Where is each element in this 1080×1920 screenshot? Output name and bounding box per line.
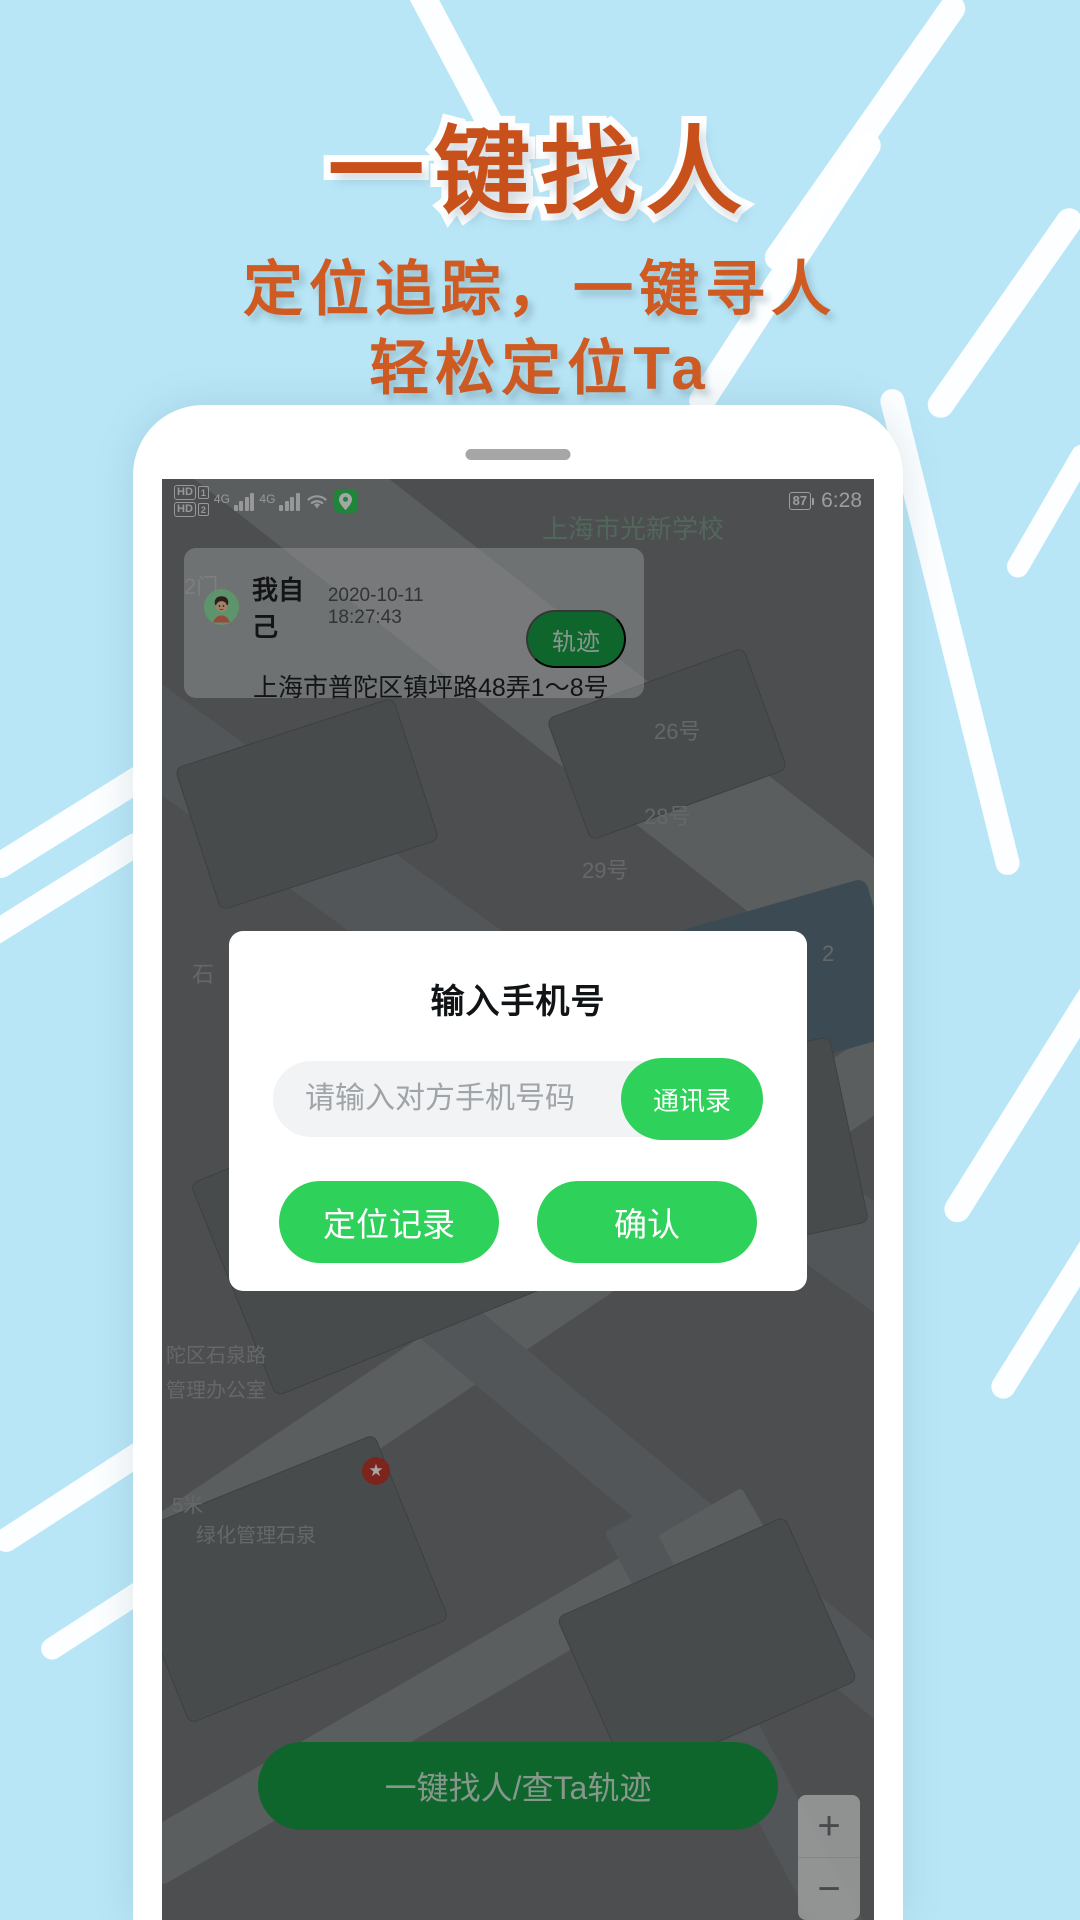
stripe [0, 828, 152, 956]
stripe [939, 958, 1080, 1228]
stripe [1002, 440, 1080, 582]
hero-subtitle-line-2: 轻松定位Ta [369, 334, 711, 402]
contacts-button[interactable]: 通讯录 [621, 1058, 763, 1140]
page-title: 一键找人 [321, 113, 752, 232]
phone-mockup: 上海市光新学校 2门 26号 28号 29号 石 2 陀区石泉路 管理办公室 5… [133, 405, 903, 1920]
dialog-actions: 定位记录 确认 [279, 1181, 757, 1263]
phone-speaker [465, 449, 571, 460]
confirm-button[interactable]: 确认 [537, 1181, 757, 1263]
dialog-title: 输入手机号 [430, 983, 606, 1021]
phone-number-dialog: 输入手机号 通讯录 定位记录 确认 [229, 931, 807, 1291]
stripe [986, 1220, 1080, 1404]
hero-subtitle: 定位追踪，一键寻人 轻松定位Ta [0, 250, 1080, 408]
phone-screen: 上海市光新学校 2门 26号 28号 29号 石 2 陀区石泉路 管理办公室 5… [162, 479, 874, 1920]
phone-input-group: 通讯录 [273, 1058, 763, 1140]
hero-subtitle-line-1: 定位追踪，一键寻人 [243, 255, 837, 323]
location-record-button[interactable]: 定位记录 [279, 1181, 499, 1263]
hero-section: 一键找人 定位追踪，一键寻人 轻松定位Ta [0, 0, 1080, 408]
